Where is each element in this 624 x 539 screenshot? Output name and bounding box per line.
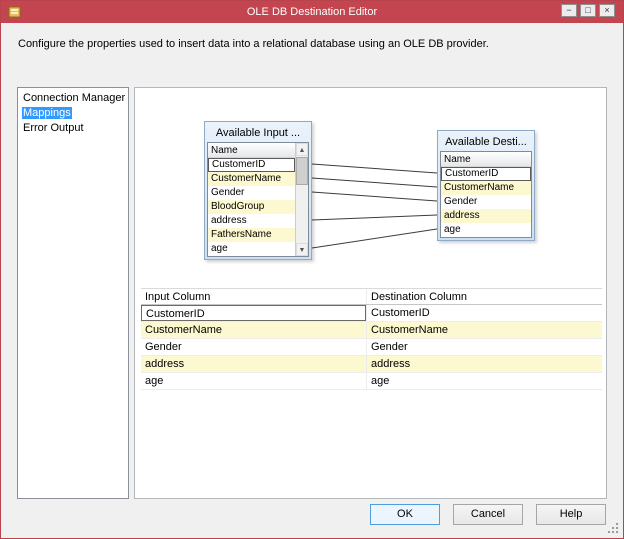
- input-column-cell[interactable]: age: [141, 373, 366, 389]
- scrollbar-thumb[interactable]: [296, 157, 308, 185]
- dest-column-row[interactable]: Gender: [441, 195, 531, 209]
- input-column-row[interactable]: CustomerName: [208, 172, 295, 186]
- maximize-button[interactable]: □: [580, 4, 596, 17]
- dest-box-title: Available Desti...: [445, 136, 527, 148]
- available-input-columns-box: Available Input ... Name CustomerID Cust…: [204, 121, 312, 260]
- dest-column-row[interactable]: age: [441, 223, 531, 237]
- resize-grip[interactable]: [607, 522, 620, 535]
- destination-column-cell[interactable]: CustomerName: [366, 322, 602, 338]
- input-column-row[interactable]: CustomerID: [208, 158, 295, 172]
- scroll-up-icon[interactable]: ▲: [296, 143, 308, 156]
- destination-columns-list: Name CustomerID CustomerName Gender addr…: [440, 151, 532, 238]
- input-column-cell[interactable]: address: [141, 356, 366, 372]
- input-column-cell[interactable]: CustomerName: [141, 322, 366, 338]
- ole-db-destination-editor-window: OLE DB Destination Editor − □ × Configur…: [0, 0, 624, 539]
- dialog-description: Configure the properties used to insert …: [18, 38, 489, 50]
- minimize-button[interactable]: −: [561, 4, 577, 17]
- sidebar-item-mappings[interactable]: Mappings: [18, 106, 128, 121]
- mappings-panel: Available Input ... Name CustomerID Cust…: [134, 87, 607, 499]
- destination-column-cell[interactable]: CustomerID: [366, 305, 602, 321]
- window-controls: − □ ×: [561, 4, 615, 17]
- mapping-table: Input Column Destination Column Customer…: [141, 288, 602, 390]
- input-columns-scrollbar[interactable]: ▲ ▼: [295, 143, 308, 256]
- mapping-diagram: Available Input ... Name CustomerID Cust…: [135, 88, 606, 287]
- window-title: OLE DB Destination Editor: [246, 6, 378, 18]
- sidebar-item-error-output[interactable]: Error Output: [18, 121, 128, 136]
- table-row: address address: [141, 356, 602, 373]
- input-column-header[interactable]: Input Column: [141, 289, 366, 304]
- cancel-button[interactable]: Cancel: [453, 504, 523, 525]
- input-column-row[interactable]: age: [208, 242, 295, 256]
- destination-column-cell[interactable]: address: [366, 356, 602, 372]
- available-destination-columns-box: Available Desti... Name CustomerID Custo…: [437, 130, 535, 241]
- table-row: CustomerID CustomerID: [141, 305, 602, 322]
- input-columns-list: Name CustomerID CustomerName Gender Bloo…: [207, 142, 309, 257]
- table-row: Gender Gender: [141, 339, 602, 356]
- input-column-row[interactable]: BloodGroup: [208, 200, 295, 214]
- input-column-cell[interactable]: Gender: [141, 339, 366, 355]
- sidebar-item-connection-manager[interactable]: Connection Manager: [18, 91, 128, 106]
- input-column-cell[interactable]: CustomerID: [141, 305, 366, 321]
- dest-column-row[interactable]: CustomerName: [441, 181, 531, 195]
- destination-column-cell[interactable]: Gender: [366, 339, 602, 355]
- input-column-row[interactable]: Gender: [208, 186, 295, 200]
- dest-columns-header: Name: [441, 152, 531, 167]
- mapping-table-header: Input Column Destination Column: [141, 288, 602, 305]
- dest-column-row[interactable]: CustomerID: [441, 167, 531, 181]
- dest-column-row[interactable]: address: [441, 209, 531, 223]
- destination-column-header[interactable]: Destination Column: [366, 289, 602, 304]
- table-row: age age: [141, 373, 602, 390]
- table-row: CustomerName CustomerName: [141, 322, 602, 339]
- ok-button[interactable]: OK: [370, 504, 440, 525]
- input-columns-header: Name: [208, 143, 295, 158]
- input-box-title: Available Input ...: [215, 127, 301, 139]
- destination-column-cell[interactable]: age: [366, 373, 602, 389]
- help-button[interactable]: Help: [536, 504, 606, 525]
- input-column-row[interactable]: address: [208, 214, 295, 228]
- scroll-down-icon[interactable]: ▼: [296, 243, 308, 256]
- close-button[interactable]: ×: [599, 4, 615, 17]
- pages-list: Connection Manager Mappings Error Output: [17, 87, 129, 499]
- title-bar: OLE DB Destination Editor − □ ×: [1, 1, 623, 23]
- input-column-row[interactable]: FathersName: [208, 228, 295, 242]
